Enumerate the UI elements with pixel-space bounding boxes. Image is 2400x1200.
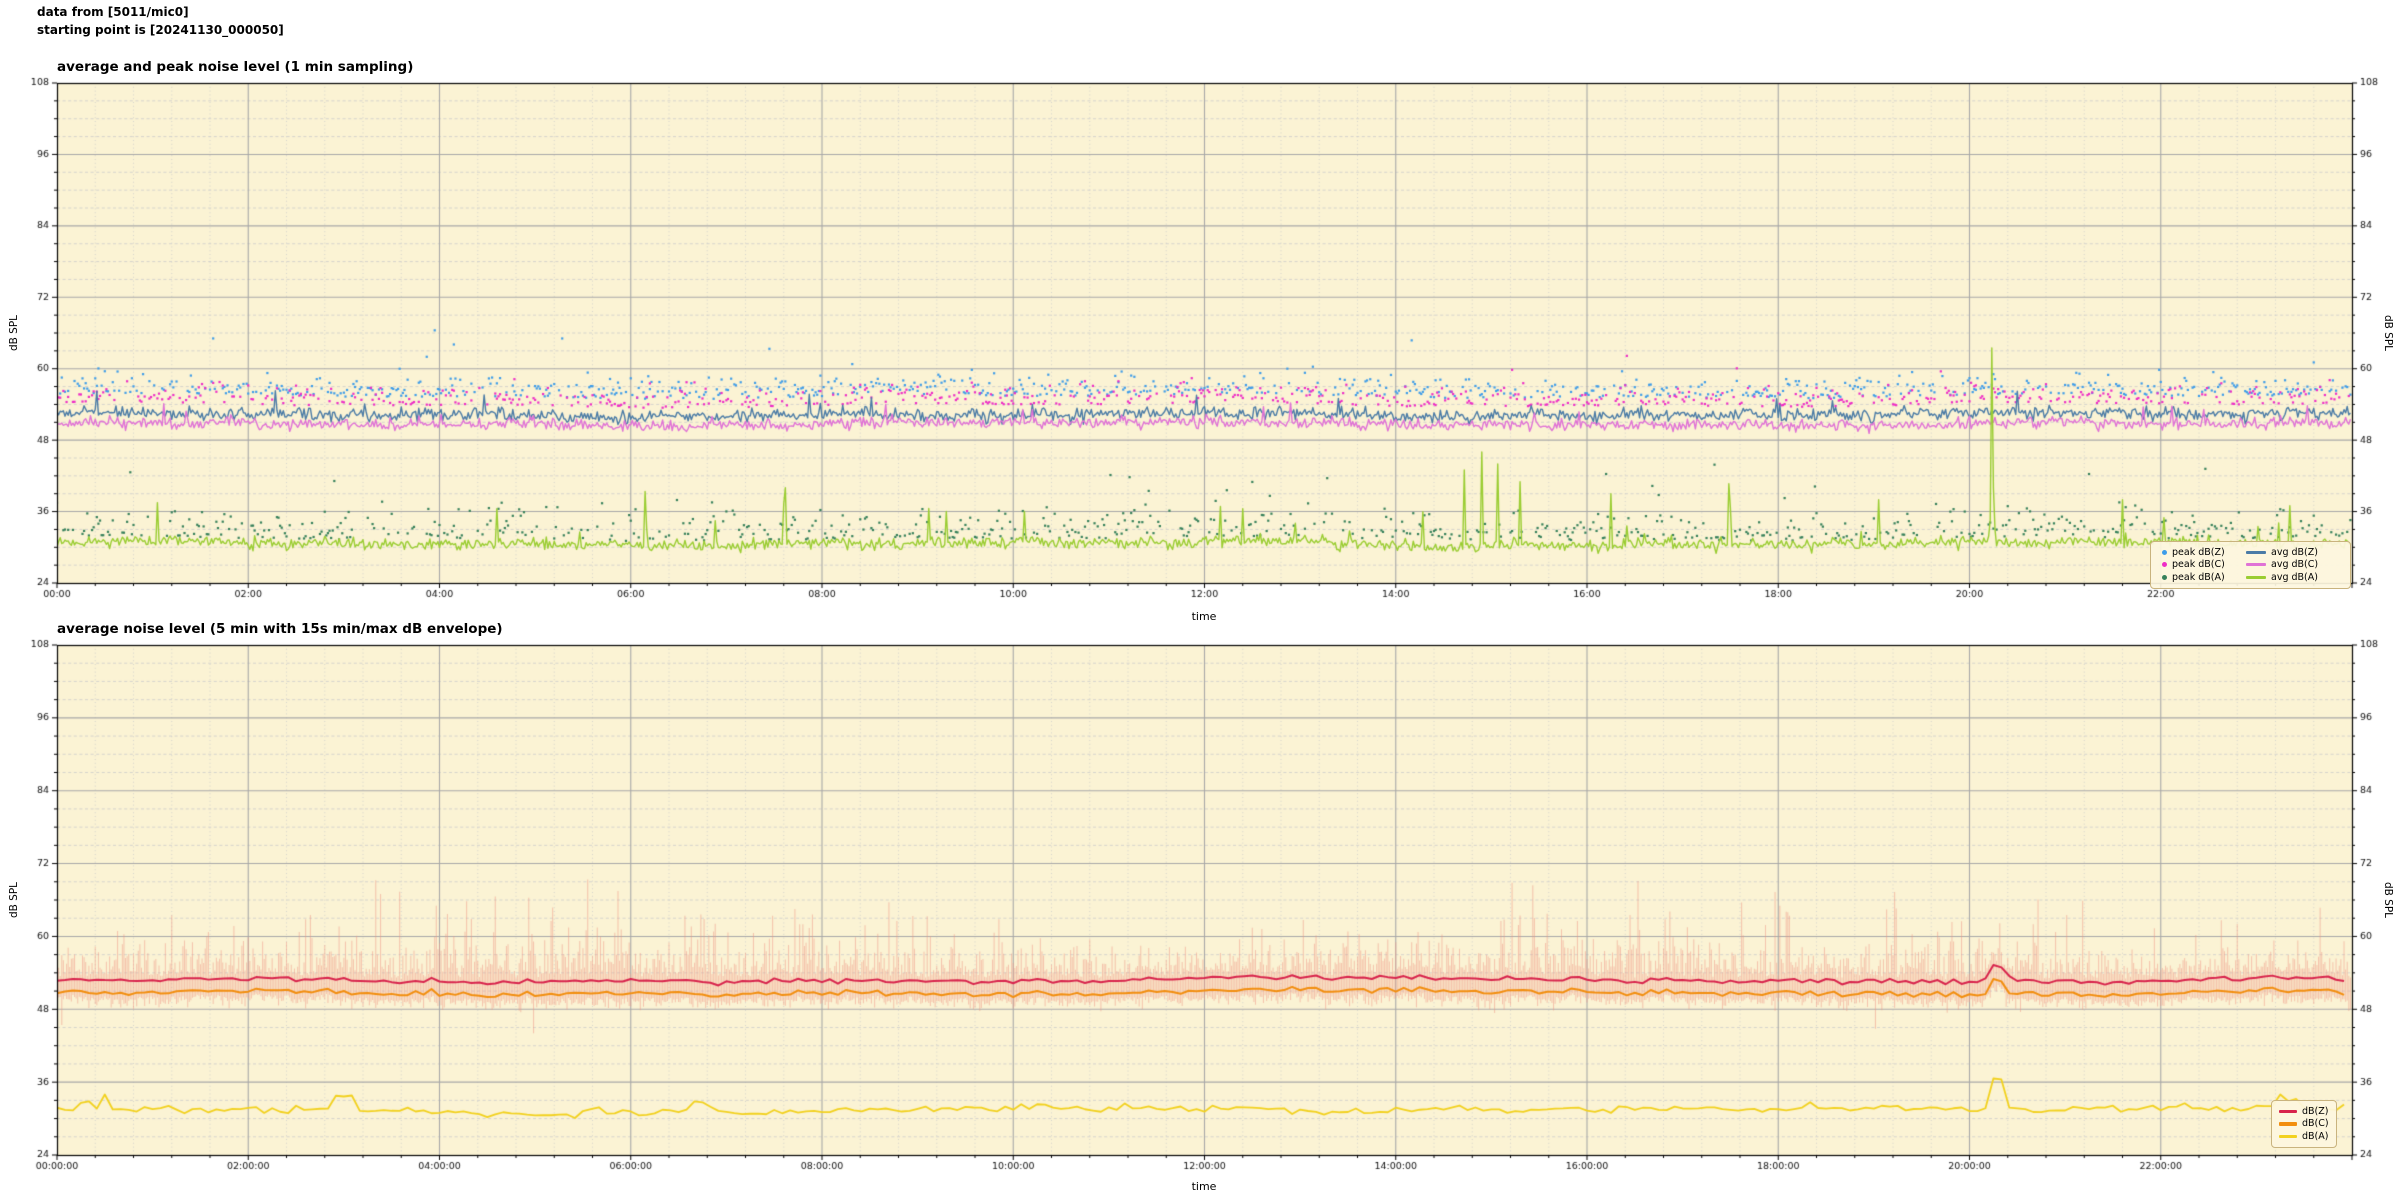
chart1-ylabel-left: dB SPL <box>8 314 20 352</box>
noise-monitor-page: data from [5011/mic0] starting point is … <box>0 0 2400 1200</box>
legend-label-dbc: dB(C) <box>2302 1118 2329 1129</box>
legend-entry-dbc: dB(C) <box>2279 1118 2329 1130</box>
legend-entry-peak-dbz: peak dB(Z) <box>2158 547 2246 559</box>
legend-label-avg-dba: avg dB(A) <box>2271 571 2318 583</box>
legend-entry-peak-dba: peak dB(A) <box>2158 572 2246 584</box>
dbz-line-icon <box>2279 1109 2297 1113</box>
chart1-legend: peak dB(Z) avg dB(Z) peak dB(C) avg dB(C… <box>2150 541 2351 589</box>
legend-label-peak-dbz: peak dB(Z) <box>2172 546 2225 558</box>
peak-dbz-marker-icon <box>2162 549 2167 555</box>
chart2-xlabel: time <box>1191 1180 1217 1193</box>
legend-label-dbz: dB(Z) <box>2302 1105 2329 1117</box>
legend-label-dba: dB(A) <box>2302 1130 2329 1142</box>
chart2-ylabel-right: dB SPL <box>2382 881 2394 919</box>
chart2-legend: dB(Z) dB(C) dB(A) <box>2271 1100 2337 1148</box>
legend-label-avg-dbc: avg dB(C) <box>2271 559 2319 570</box>
chart2-title: average noise level (5 min with 15s min/… <box>57 621 503 637</box>
noise-charts-canvas <box>0 0 2400 1200</box>
header-line1: data from [5011/mic0] <box>37 5 189 19</box>
legend-entry-avg-dba: avg dB(A) <box>2246 572 2343 584</box>
peak-dbc-marker-icon <box>2162 562 2167 568</box>
legend-label-peak-dba: peak dB(A) <box>2172 571 2225 583</box>
legend-entry-avg-dbc: avg dB(C) <box>2246 559 2343 571</box>
legend-label-avg-dbz: avg dB(Z) <box>2271 546 2318 558</box>
chart2-ylabel-left: dB SPL <box>8 881 20 919</box>
avg-dbc-line-icon <box>2246 563 2266 567</box>
legend-entry-dbz: dB(Z) <box>2279 1106 2329 1118</box>
peak-dba-marker-icon <box>2162 574 2167 580</box>
legend-entry-peak-dbc: peak dB(C) <box>2158 559 2246 571</box>
chart1-xlabel: time <box>1191 610 1217 623</box>
legend-entry-avg-dbz: avg dB(Z) <box>2246 547 2343 559</box>
chart1-title: average and peak noise level (1 min samp… <box>57 59 414 75</box>
avg-dbz-line-icon <box>2246 550 2266 554</box>
chart1-ylabel-right: dB SPL <box>2382 314 2394 352</box>
header-line2: starting point is [20241130_000050] <box>37 23 284 37</box>
avg-dba-line-icon <box>2246 575 2266 579</box>
legend-entry-dba: dB(A) <box>2279 1131 2329 1143</box>
dbc-line-icon <box>2279 1122 2297 1126</box>
legend-label-peak-dbc: peak dB(C) <box>2172 559 2225 570</box>
dba-line-icon <box>2279 1134 2297 1138</box>
